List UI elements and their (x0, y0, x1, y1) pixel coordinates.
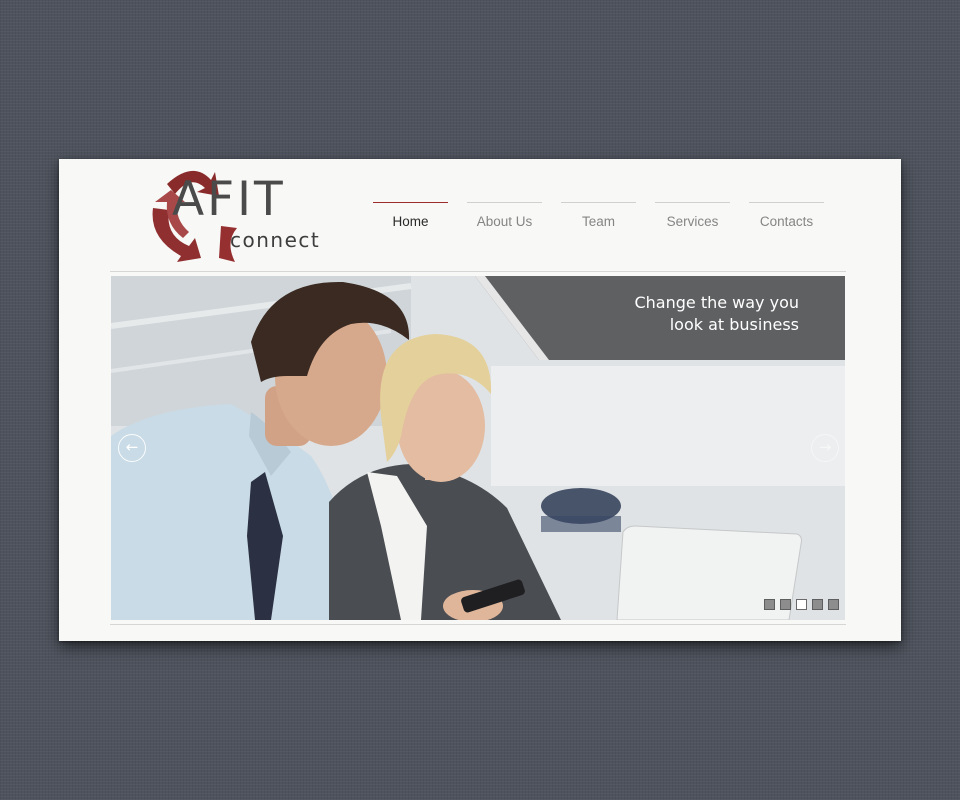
footer-divider (110, 624, 846, 625)
hero-slider: Change the way you look at business ← → (111, 276, 845, 620)
header-divider (110, 271, 846, 272)
slider-pagination (764, 599, 839, 610)
slide-caption: Change the way you look at business (634, 292, 799, 336)
slide-dot-4[interactable] (812, 599, 823, 610)
slide-caption-line-1: Change the way you (634, 293, 799, 312)
arrow-left-circle-icon[interactable]: ← (118, 434, 146, 462)
slide-dot-2[interactable] (780, 599, 791, 610)
nav-contacts[interactable]: Contacts (749, 202, 824, 243)
logo[interactable]: AFIT connect (145, 162, 325, 262)
nav-about-us[interactable]: About Us (467, 202, 542, 243)
slide-dot-5[interactable] (828, 599, 839, 610)
arrow-right-circle-icon[interactable]: → (811, 434, 839, 462)
logo-tagline: connect (230, 228, 321, 252)
slide-dot-3[interactable] (796, 599, 807, 610)
page-card: AFIT connect Home About Us Team Services… (59, 159, 901, 641)
logo-wordmark: AFIT (172, 172, 286, 227)
nav-services[interactable]: Services (655, 202, 730, 243)
slide-dot-1[interactable] (764, 599, 775, 610)
nav-home[interactable]: Home (373, 202, 448, 243)
nav-team[interactable]: Team (561, 202, 636, 243)
slide-caption-line-2: look at business (669, 315, 799, 334)
